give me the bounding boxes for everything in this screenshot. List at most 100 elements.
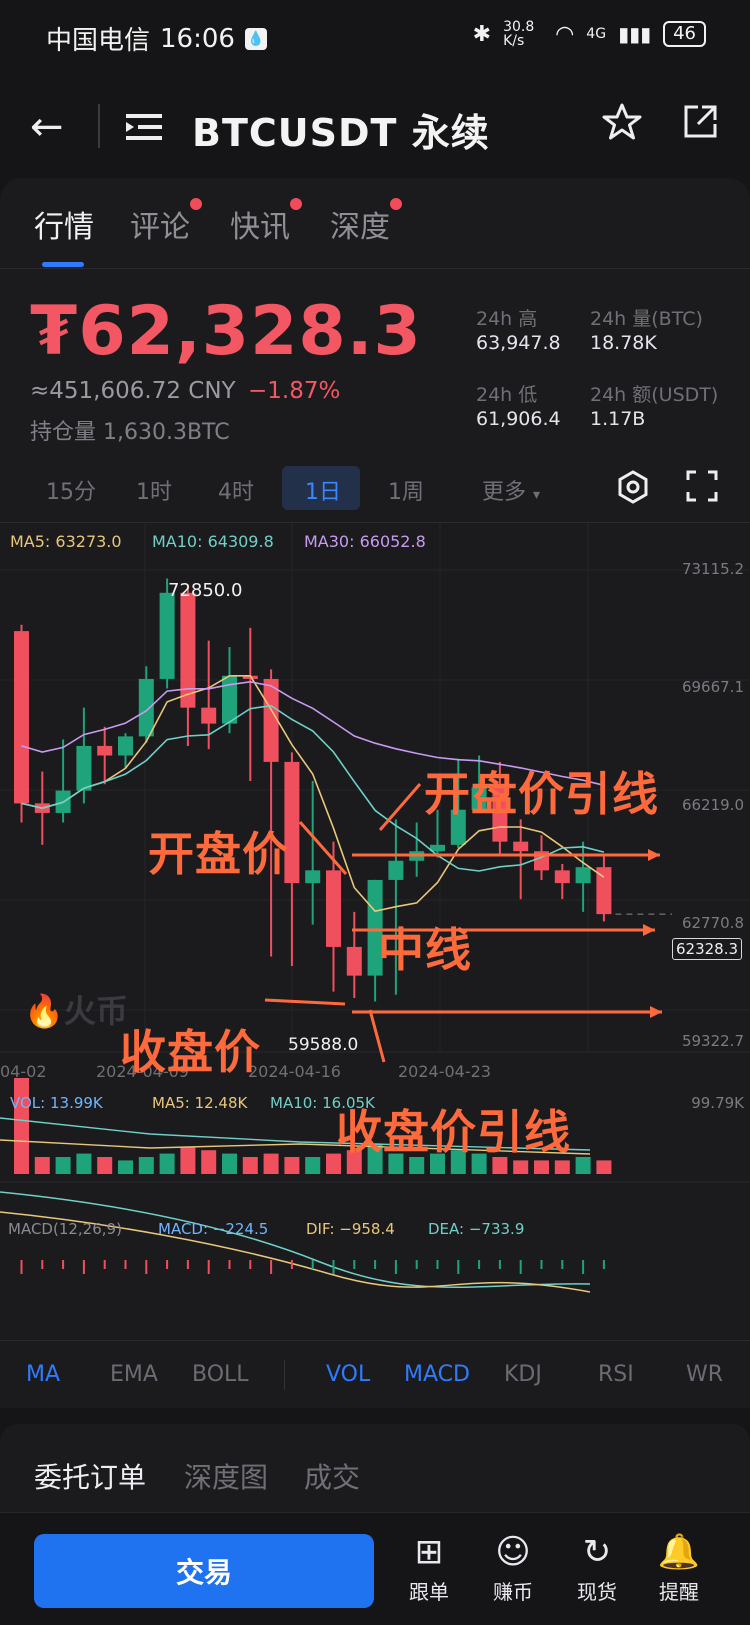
tab-market[interactable]: 行情 xyxy=(34,202,94,246)
clock: 16:06 xyxy=(160,23,235,54)
star-icon[interactable] xyxy=(602,102,642,142)
indicator-kdj[interactable]: KDJ xyxy=(504,1362,542,1387)
low-label: 24h 低 xyxy=(476,384,538,406)
amount-label: 24h 额(USDT) xyxy=(590,384,719,406)
share-icon[interactable] xyxy=(682,104,718,140)
annotation-close-price: 收盘价 xyxy=(120,1025,261,1079)
open-interest: 持仓量 1,630.3BTC xyxy=(30,420,230,445)
piggy-bank-icon: ☺ xyxy=(495,1532,531,1572)
interval-1d[interactable]: 1日 xyxy=(305,474,341,506)
divider xyxy=(0,268,750,269)
top-tabs: 行情 评论 快讯 深度 xyxy=(0,180,750,270)
candle-body xyxy=(76,745,92,791)
tab-comments[interactable]: 评论 xyxy=(130,198,202,246)
indicator-rsi[interactable]: RSI xyxy=(598,1362,634,1387)
interval-1h[interactable]: 1时 xyxy=(136,474,172,506)
earn-button[interactable]: ☺ 赚币 xyxy=(478,1530,548,1605)
tab-depth-chart[interactable]: 深度图 xyxy=(184,1456,268,1496)
interval-4h[interactable]: 4时 xyxy=(218,474,254,506)
volume-bar xyxy=(118,1160,133,1174)
app-header: ← BTCUSDT 永续 xyxy=(0,82,750,170)
price-change: −1.87% xyxy=(248,378,341,404)
low-value: 61,906.4 xyxy=(476,408,561,430)
alert-button[interactable]: 🔔 提醒 xyxy=(644,1530,714,1605)
volume-bar xyxy=(513,1160,529,1174)
copy-trade-icon: ⊞ xyxy=(414,1532,444,1572)
spot-button[interactable]: ↻ 现货 xyxy=(562,1530,632,1605)
volume-bar xyxy=(34,1157,50,1174)
interval-15m[interactable]: 15分 xyxy=(46,474,96,506)
close-wick-pointer xyxy=(368,1009,386,1063)
menu-list-icon[interactable] xyxy=(126,112,162,142)
date-label: 04-02 xyxy=(0,1062,47,1081)
chart-settings-icon[interactable] xyxy=(616,470,650,504)
interval-more[interactable]: 更多 ▾ xyxy=(482,474,540,506)
volume-bar xyxy=(222,1153,237,1174)
bell-icon: 🔔 xyxy=(657,1532,701,1572)
caret-down-icon: ▾ xyxy=(533,487,541,503)
close-line-arrow-head xyxy=(650,1006,662,1018)
fullscreen-icon[interactable] xyxy=(686,470,718,502)
back-arrow-icon[interactable]: ← xyxy=(30,104,64,150)
candle-body xyxy=(326,870,341,947)
candle-body xyxy=(159,592,175,679)
candle-body xyxy=(305,870,321,884)
annotation-close-wick: 收盘价引线 xyxy=(336,1105,571,1159)
volume-bar xyxy=(575,1157,591,1174)
high-label: 24h 高 xyxy=(476,308,538,330)
divider xyxy=(0,1340,750,1341)
bluetooth-icon: ✱ xyxy=(472,21,492,47)
notification-dot xyxy=(290,198,302,210)
notification-dot xyxy=(390,198,402,210)
volume-label: 24h 量(BTC) xyxy=(590,308,703,330)
tab-label: 快讯 xyxy=(230,210,290,245)
page-title: BTCUSDT 永续 xyxy=(192,111,490,155)
trade-button[interactable]: 交易 xyxy=(34,1534,374,1608)
vol-ma5-legend: MA5: 12.48K xyxy=(152,1094,248,1112)
interval-1w[interactable]: 1周 xyxy=(388,474,424,506)
indicator-ema[interactable]: EMA xyxy=(110,1362,158,1387)
close-price-pointer xyxy=(264,998,346,1006)
drop-icon: 💧 xyxy=(244,27,267,50)
tab-depth[interactable]: 深度 xyxy=(330,198,402,246)
last-price: ₮62,328.3 xyxy=(30,292,422,371)
open-line-arrow-head xyxy=(648,849,660,861)
annotation-middle: 中线 xyxy=(378,923,472,977)
y-axis-label: 59322.7 xyxy=(681,1032,744,1050)
spot-label: 现货 xyxy=(577,1580,617,1604)
tab-open-orders[interactable]: 委托订单 xyxy=(34,1456,146,1496)
date-label: 2024-04-16 xyxy=(248,1062,341,1081)
alert-label: 提醒 xyxy=(659,1580,699,1604)
volume-bar xyxy=(554,1160,570,1174)
tab-news[interactable]: 快讯 xyxy=(230,198,302,246)
current-price-tag: 62328.3 xyxy=(672,938,743,960)
indicator-vol[interactable]: VOL xyxy=(326,1362,370,1387)
status-left: 中国电信 16:06 💧 xyxy=(46,20,267,57)
y-axis-label: 62770.8 xyxy=(681,914,744,932)
signal-label: 4G xyxy=(586,26,607,42)
middle-line-arrow-head xyxy=(643,924,655,936)
volume-bar xyxy=(263,1153,279,1174)
volume-bar xyxy=(76,1153,92,1174)
kline-chart[interactable] xyxy=(0,522,750,1342)
macd-panel xyxy=(0,1191,605,1293)
indicator-boll[interactable]: BOLL xyxy=(192,1362,249,1387)
indicator-wr[interactable]: WR xyxy=(686,1362,723,1387)
wifi-icon: ◠ xyxy=(555,21,575,47)
dea-line xyxy=(0,1191,591,1288)
watermark-text: 火币 xyxy=(63,992,128,1030)
volume-bar xyxy=(242,1157,258,1174)
indicator-ma[interactable]: MA xyxy=(26,1362,60,1387)
volume-bar xyxy=(180,1146,196,1174)
volume-value: 18.78K xyxy=(590,332,657,354)
indicator-macd[interactable]: MACD xyxy=(404,1362,470,1387)
status-bar: 中国电信 16:06 💧 ✱ 30.8 K/s ◠ 4G ▮▮▮ 46 xyxy=(0,0,750,72)
candle-body xyxy=(554,870,570,884)
open-wick-pointer xyxy=(378,783,422,831)
copy-trade-button[interactable]: ⊞ 跟单 xyxy=(394,1530,464,1605)
tab-trades[interactable]: 成交 xyxy=(304,1456,360,1496)
annotation-open-wick: 开盘价引线 xyxy=(424,767,659,821)
volume-bar xyxy=(305,1157,321,1174)
candle-body xyxy=(180,592,196,708)
candle-body xyxy=(222,675,237,724)
